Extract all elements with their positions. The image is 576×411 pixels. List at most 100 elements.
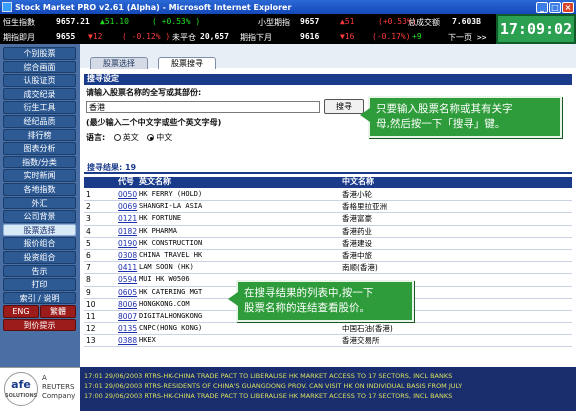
main-panel: 股票选择 股票搜寻 搜寻设定 请输入股票名称的全写或其部份: 搜寻 (最少输入二…: [80, 44, 576, 367]
row-index: 12: [86, 324, 96, 334]
results-table-header: 代号 英文名称 中文名称: [84, 177, 572, 188]
stock-en-name: HK FERRY (HOLD): [139, 190, 203, 198]
results-tip-callout: 在搜寻结果的列表中,按一下 股票名称的连结查看股价。: [228, 280, 414, 322]
stock-code-link[interactable]: 0135: [118, 323, 137, 334]
row-index: 3: [86, 214, 91, 224]
nav-item[interactable]: 告示: [3, 264, 76, 278]
table-row: 7 0411 LAM SOON (HK) 南顺(香港): [84, 262, 572, 275]
stock-code-link[interactable]: 0190: [118, 238, 137, 249]
stock-code-link[interactable]: 8006: [118, 299, 137, 310]
row-index: 10: [86, 299, 96, 309]
stock-zh-name: 中国石油(香港): [342, 324, 393, 334]
stock-code-link[interactable]: 0050: [118, 189, 137, 200]
nav-item[interactable]: 打印: [3, 278, 76, 291]
stock-en-name: DIGITALHONGKONG: [139, 311, 203, 320]
tab-stock-selection[interactable]: 股票选择: [90, 57, 148, 69]
maximize-button[interactable]: □: [549, 1, 561, 13]
results-tip-line-1: 在搜寻结果的列表中,按一下: [244, 287, 374, 299]
nav-item[interactable]: 综合画面: [3, 60, 76, 74]
nav-item[interactable]: 股票选择: [3, 223, 76, 237]
nav-item[interactable]: 实时新闻: [3, 169, 76, 182]
search-button[interactable]: 搜寻: [324, 99, 364, 114]
stock-en-name: HK CONSTRUCTION: [139, 238, 203, 247]
futures-next-pct: (-0.17%): [372, 32, 411, 41]
search-tip-callout: 只要输入股票名称或其有关字 母,然后按一下「搜寻」键。: [360, 96, 562, 138]
price-alert-button[interactable]: 到价提示: [3, 318, 76, 332]
search-hint: (最少输入二个中文字或些个英文字母): [86, 118, 222, 127]
stock-code-link[interactable]: 0605: [118, 287, 137, 298]
stock-zh-name: 香港小轮: [342, 190, 372, 199]
stock-zh-name: 香港富豪: [342, 214, 372, 224]
stock-code-link[interactable]: 8007: [118, 311, 137, 322]
table-row: 13 0388 HKEX 香港交易所: [84, 335, 572, 348]
ticker-row-2: 期指即月 9655 ▼12 ( -0.12% ) 未平仓 20,657 期指下月…: [0, 29, 496, 44]
radio-chinese[interactable]: [147, 134, 155, 141]
row-index: 2: [86, 202, 91, 212]
search-input[interactable]: [86, 101, 320, 113]
news-item[interactable]: 17:01 29/06/2003 RTRS-HK-CHINA TRADE PAC…: [84, 371, 572, 381]
nav-item[interactable]: 外汇: [3, 196, 76, 210]
open-interest-value: 20,657: [200, 32, 229, 41]
lang-english-button[interactable]: ENG: [3, 305, 39, 318]
futures-spot-pct: ( -0.12% ): [122, 32, 171, 41]
nav-item[interactable]: 个别股票: [3, 47, 76, 60]
stock-en-name: CNPC(HONG KONG): [139, 324, 203, 333]
radio-english[interactable]: [113, 134, 121, 141]
stock-code-link[interactable]: 0182: [118, 226, 137, 237]
close-button[interactable]: ×: [562, 1, 574, 13]
table-row: 5 0190 HK CONSTRUCTION 香港建设: [84, 238, 572, 250]
futures-next-change: ▼16: [340, 32, 355, 41]
nav-item[interactable]: 图表分析: [3, 142, 76, 155]
stock-en-name: HK FORTUNE: [139, 214, 182, 223]
stock-code-link[interactable]: 0388: [118, 335, 137, 346]
futures-next-label: 期指下月: [240, 33, 272, 42]
afe-logo-text: afe: [11, 378, 31, 391]
stock-en-name: HK PHARMA: [139, 226, 177, 235]
nav-item[interactable]: 衍生工具: [3, 101, 76, 114]
stock-en-name: LAM SOON (HK): [139, 263, 194, 272]
row-index: 8: [86, 275, 91, 285]
radio-chinese-label: 中文: [156, 133, 173, 142]
nav-item[interactable]: 认股证页: [3, 74, 76, 87]
nav-item[interactable]: 索引 / 说明: [3, 291, 76, 305]
row-index: 7: [86, 263, 91, 273]
nav-item[interactable]: 指数/分类: [3, 155, 76, 169]
reuters-text: A REUTERS Company: [42, 374, 75, 401]
ticker-row-1: 恒生指數 9657.21 ▲51.10 ( +0.53% ) 小型期指 9657…: [0, 14, 496, 29]
turnover-label: 总成交额: [408, 18, 440, 27]
radio-english-label: 英文: [122, 133, 139, 142]
stock-code-link[interactable]: 0411: [118, 262, 137, 273]
news-item[interactable]: 17:01 29/06/2003 RTRS-RESIDENTS OF CHINA…: [84, 381, 572, 391]
nav-item[interactable]: 报价组合: [3, 237, 76, 250]
stock-code-link[interactable]: 0121: [118, 213, 137, 224]
table-row: 12 0135 CNPC(HONG KONG) 中国石油(香港): [84, 323, 572, 336]
nav-item[interactable]: 排行榜: [3, 128, 76, 142]
stock-code-link[interactable]: 0069: [118, 201, 137, 212]
nav-item[interactable]: 投资组合: [3, 250, 76, 264]
futures-next-value: 9616: [300, 32, 320, 41]
nav-item[interactable]: 公司背景: [3, 210, 76, 223]
minimize-button[interactable]: _: [536, 1, 548, 13]
col-zh-name: 中文名称: [342, 177, 374, 186]
nav-item[interactable]: 成交纪录: [3, 87, 76, 101]
window-title: Stock Market PRO v2.61 (Alpha) - Microso…: [15, 2, 292, 12]
news-item[interactable]: 17:00 29/06/2003 RTRS-HK-CHINA TRADE PAC…: [84, 391, 572, 401]
lang-traditional-button[interactable]: 繁體: [40, 305, 76, 318]
hsi-label: 恒生指數: [3, 18, 35, 27]
left-nav: 个别股票 综合画面 认股证页 成交纪录 衍生工具 经纪品质 排行榜 图表分析 指数/分类 实时新闻…: [0, 44, 80, 367]
search-prompt: 请输入股票名称的全写或其部份:: [86, 88, 202, 97]
row-index: 11: [86, 311, 96, 321]
futures-spot-value: 9655: [56, 32, 76, 41]
tab-stock-search[interactable]: 股票搜寻: [158, 57, 216, 69]
nav-item[interactable]: 各地指数: [3, 182, 76, 196]
language-label: 语言:: [86, 133, 106, 142]
open-interest-label: 未平仓: [172, 33, 196, 42]
stock-code-link[interactable]: 0308: [118, 250, 137, 261]
table-row: 6 0308 CHINA TRAVEL HK 香港中旅: [84, 250, 572, 263]
reuters-line-2: REUTERS: [42, 383, 75, 391]
search-settings-header: 搜寻设定: [84, 74, 572, 85]
next-page-link[interactable]: 下一页 >>: [448, 32, 486, 43]
news-ticker: 17:01 29/06/2003 RTRS-HK-CHINA TRADE PAC…: [80, 367, 576, 411]
stock-code-link[interactable]: 0594: [118, 274, 137, 285]
nav-item[interactable]: 经纪品质: [3, 114, 76, 128]
